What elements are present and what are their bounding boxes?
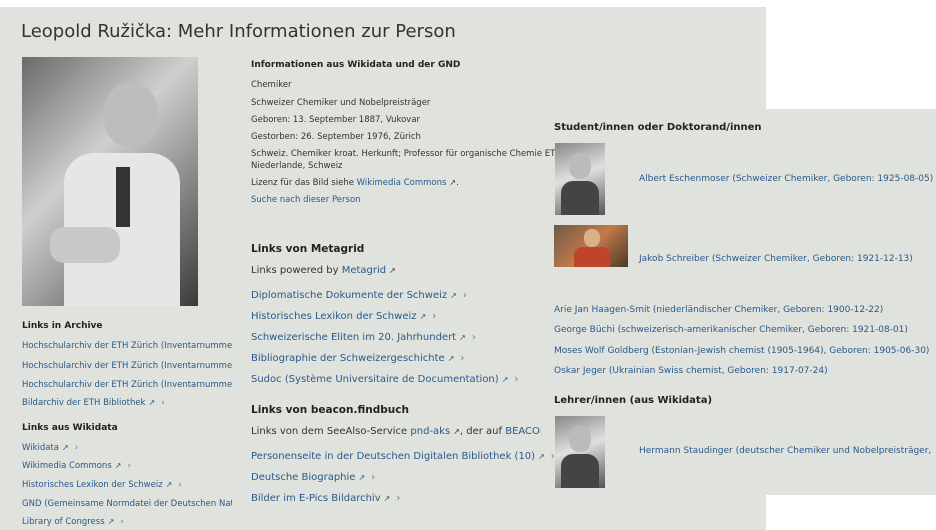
chevron-right-icon: › — [514, 374, 519, 385]
external-link-icon: ↗ — [501, 375, 509, 384]
external-link-icon: ↗ — [165, 480, 173, 489]
chevron-right-icon: › — [178, 480, 182, 490]
pnd-aks-link[interactable]: pnd-aks — [410, 426, 450, 437]
chevron-right-icon: › — [74, 443, 79, 453]
wikimedia-link[interactable]: Wikimedia Commons ↗ › — [22, 461, 131, 471]
beacon-item[interactable]: Deutsche Biographie ↗ › — [251, 472, 375, 483]
students-heading: Student/innen oder Doktorand/innen — [554, 122, 762, 133]
chevron-right-icon: › — [120, 517, 124, 527]
student-link[interactable]: Jakob Schreiber (Schweizer Chemiker, Geb… — [639, 254, 913, 264]
metagrid-heading: Links von Metagrid — [251, 243, 365, 255]
search-person-link[interactable]: Suche nach dieser Person — [251, 195, 361, 205]
chevron-right-icon: › — [396, 493, 401, 504]
student-link[interactable]: George Büchi (schweizerisch-amerikanisch… — [554, 325, 908, 335]
student-link[interactable]: Moses Wolf Goldberg (Estonian-Jewish che… — [554, 346, 929, 356]
beacon-item[interactable]: Bilder im E-Pics Bildarchiv ↗ › — [251, 493, 400, 504]
info-heading: Informationen aus Wikidata und der GND — [251, 60, 461, 70]
archive-link[interactable]: Hochschularchiv der ETH Zürich (Inventar… — [22, 361, 232, 371]
archive-link-bildarchiv[interactable]: Bildarchiv der ETH Bibliothek ↗ › — [22, 398, 232, 408]
chevron-right-icon: › — [471, 332, 476, 343]
beacon-item[interactable]: Personenseite in der Deutschen Digitalen… — [251, 451, 555, 462]
metagrid-item[interactable]: Bibliographie der Schweizergeschichte ↗ › — [251, 353, 464, 364]
metagrid-item[interactable]: Diplomatische Dokumente der Schweiz ↗ › — [251, 290, 467, 301]
info-line: Schweizer Chemiker und Nobelpreisträger — [251, 98, 431, 108]
info-line: Schweiz. Chemiker kroat. Herkunft; Profe… — [251, 149, 556, 159]
chevron-right-icon: › — [432, 311, 437, 322]
chevron-right-icon: › — [371, 472, 376, 483]
chevron-right-icon: › — [462, 290, 467, 301]
student-link[interactable]: Arie Jan Haagen-Smit (niederländischer C… — [554, 305, 883, 315]
external-link-icon: ↗ — [538, 452, 545, 461]
metagrid-item[interactable]: Schweizerische Eliten im 20. Jahrhundert… — [251, 332, 476, 343]
external-link-icon: ↗ — [450, 291, 457, 300]
hls-link[interactable]: Historisches Lexikon der Schweiz ↗ › — [22, 480, 182, 490]
person-photo — [22, 57, 198, 306]
archive-link[interactable]: Hochschularchiv der ETH Zürich (Inventar… — [22, 341, 232, 351]
external-link-icon: ↗ — [358, 473, 366, 482]
beacon-heading: Links von beacon.findbuch — [251, 404, 409, 416]
student-photo[interactable] — [555, 143, 605, 215]
external-link-icon: ↗ — [389, 266, 396, 275]
wikidata-links-heading: Links aus Wikidata — [22, 423, 118, 433]
license-line: Lizenz für das Bild siehe Wikimedia Comm… — [251, 178, 459, 188]
teacher-photo[interactable] — [555, 416, 605, 488]
metagrid-powered: Links powered by Metagrid ↗ — [251, 265, 396, 276]
teacher-link[interactable]: Hermann Staudinger (deutscher Chemiker u… — [639, 446, 936, 456]
external-link-icon: ↗ — [419, 312, 427, 321]
beacon-intro: Links von dem SeeAlso-Service pnd-aks ↗, … — [251, 426, 541, 437]
metagrid-item[interactable]: Historisches Lexikon der Schweiz ↗ › — [251, 311, 436, 322]
page-title: Leopold Ružička: Mehr Informationen zur … — [21, 21, 456, 42]
info-line: Niederlande, Schweiz — [251, 161, 343, 171]
wikidata-link[interactable]: Wikidata ↗ › — [22, 443, 78, 453]
beacon-link[interactable]: BEACON — [505, 426, 541, 437]
student-link[interactable]: Albert Eschenmoser (Schweizer Chemiker, … — [639, 174, 933, 184]
external-link-icon: ↗ — [148, 398, 156, 407]
gnd-link[interactable]: GND (Gemeinsame Normdatei der Deutschen … — [22, 499, 232, 509]
info-line: Chemiker — [251, 80, 292, 90]
info-death: Gestorben: 26. September 1976, Zürich — [251, 132, 421, 142]
chevron-right-icon: › — [127, 461, 131, 471]
external-link-icon: ↗ — [447, 354, 455, 363]
external-link-icon: ↗ — [383, 494, 391, 503]
teachers-heading: Lehrer/innen (aus Wikidata) — [554, 395, 713, 406]
archive-link[interactable]: Hochschularchiv der ETH Zürich (Inventar… — [22, 380, 232, 390]
external-link-icon: ↗ — [62, 443, 69, 452]
student-link[interactable]: Oskar Jeger (Ukrainian Swiss chemist, Ge… — [554, 366, 828, 376]
external-link-icon: ↗ — [453, 427, 460, 436]
license-link[interactable]: Wikimedia Commons — [357, 178, 447, 188]
info-birth: Geboren: 13. September 1887, Vukovar — [251, 115, 421, 125]
chevron-right-icon: › — [161, 398, 165, 408]
external-link-icon: ↗ — [107, 517, 115, 526]
metagrid-item[interactable]: Sudoc (Système Universitaire de Document… — [251, 374, 518, 385]
external-link-icon: ↗ — [114, 461, 122, 470]
metagrid-link[interactable]: Metagrid — [342, 265, 386, 276]
chevron-right-icon: › — [460, 353, 465, 364]
external-link-icon: ↗ — [459, 333, 466, 342]
loc-link[interactable]: Library of Congress ↗ › — [22, 517, 124, 527]
student-photo[interactable] — [554, 225, 628, 267]
archive-heading: Links in Archive — [22, 321, 103, 331]
